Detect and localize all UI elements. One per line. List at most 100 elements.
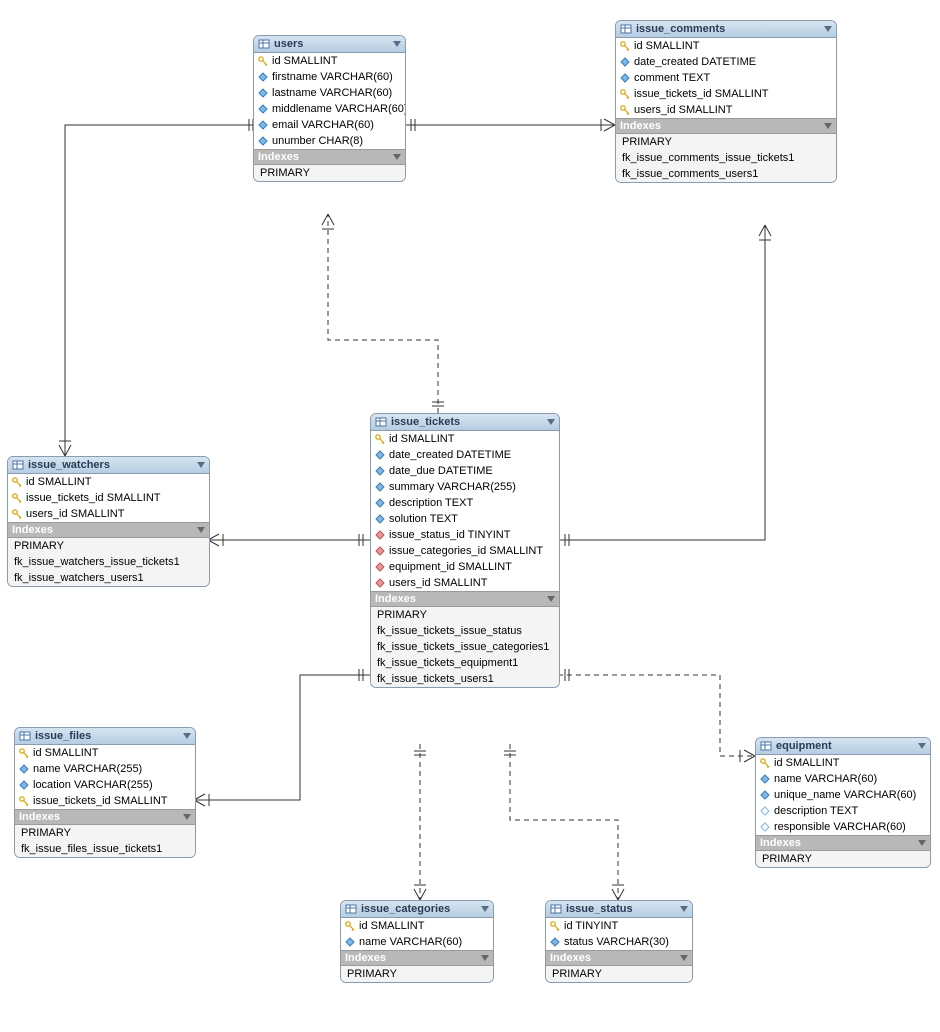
index-row[interactable]: PRIMARY [616,134,836,150]
index-row[interactable]: fk_issue_files_issue_tickets1 [15,841,195,857]
column-row[interactable]: email VARCHAR(60) [254,117,405,133]
column-row[interactable]: id SMALLINT [254,53,405,69]
table-issue-files[interactable]: issue_files id SMALLINTname VARCHAR(255)… [14,727,196,858]
collapse-icon[interactable] [824,123,832,129]
collapse-icon[interactable] [680,906,688,912]
collapse-icon[interactable] [393,41,401,47]
indexes-list: PRIMARYfk_issue_watchers_issue_tickets1f… [8,538,209,586]
column-row[interactable]: unique_name VARCHAR(60) [756,787,930,803]
indexes-header[interactable]: Indexes [8,522,209,538]
column-row[interactable]: description TEXT [756,803,930,819]
column-row[interactable]: date_created DATETIME [371,447,559,463]
table-title[interactable]: equipment [756,738,930,755]
table-title-users[interactable]: users [254,36,405,53]
column-text: id SMALLINT [272,55,337,67]
collapse-icon[interactable] [183,814,191,820]
table-title[interactable]: issue_categories [341,901,493,918]
column-row[interactable]: responsible VARCHAR(60) [756,819,930,835]
column-row[interactable]: users_id SMALLINT [371,575,559,591]
table-issue-status[interactable]: issue_status id TINYINTstatus VARCHAR(30… [545,900,693,983]
table-name: users [274,38,389,50]
index-row[interactable]: PRIMARY [254,165,405,181]
indexes-header[interactable]: Indexes [15,809,195,825]
column-row[interactable]: middlename VARCHAR(60) [254,101,405,117]
column-row[interactable]: id SMALLINT [8,474,209,490]
column-row[interactable]: id SMALLINT [341,918,493,934]
index-row[interactable]: PRIMARY [756,851,930,867]
indexes-header[interactable]: Indexes [756,835,930,851]
column-row[interactable]: id SMALLINT [616,38,836,54]
table-issue-tickets[interactable]: issue_tickets id SMALLINTdate_created DA… [370,413,560,688]
column-row[interactable]: description TEXT [371,495,559,511]
indexes-header[interactable]: Indexes [371,591,559,607]
column-row[interactable]: equipment_id SMALLINT [371,559,559,575]
collapse-icon[interactable] [183,733,191,739]
collapse-icon[interactable] [547,596,555,602]
collapse-icon[interactable] [918,743,926,749]
indexes-header[interactable]: Indexes [254,149,405,165]
column-row[interactable]: users_id SMALLINT [616,102,836,118]
table-title[interactable]: issue_files [15,728,195,745]
table-title[interactable]: issue_watchers [8,457,209,474]
column-row[interactable]: firstname VARCHAR(60) [254,69,405,85]
diamond-icon [620,57,630,67]
collapse-icon[interactable] [197,527,205,533]
column-row[interactable]: name VARCHAR(60) [341,934,493,950]
table-issue-categories[interactable]: issue_categories id SMALLINTname VARCHAR… [340,900,494,983]
index-row[interactable]: PRIMARY [341,966,493,982]
table-issue-watchers[interactable]: issue_watchers id SMALLINTissue_tickets_… [7,456,210,587]
index-row[interactable]: fk_issue_tickets_issue_status [371,623,559,639]
column-row[interactable]: issue_tickets_id SMALLINT [15,793,195,809]
column-row[interactable]: id SMALLINT [756,755,930,771]
column-row[interactable]: unumber CHAR(8) [254,133,405,149]
column-row[interactable]: name VARCHAR(60) [756,771,930,787]
index-row[interactable]: fk_issue_comments_issue_tickets1 [616,150,836,166]
indexes-header[interactable]: Indexes [341,950,493,966]
collapse-icon[interactable] [547,419,555,425]
index-row[interactable]: PRIMARY [371,607,559,623]
collapse-icon[interactable] [393,154,401,160]
column-row[interactable]: issue_tickets_id SMALLINT [616,86,836,102]
column-row[interactable]: comment TEXT [616,70,836,86]
collapse-icon[interactable] [481,906,489,912]
column-row[interactable]: location VARCHAR(255) [15,777,195,793]
column-row[interactable]: summary VARCHAR(255) [371,479,559,495]
index-row[interactable]: fk_issue_watchers_users1 [8,570,209,586]
column-row[interactable]: lastname VARCHAR(60) [254,85,405,101]
indexes-header[interactable]: Indexes [616,118,836,134]
column-row[interactable]: date_due DATETIME [371,463,559,479]
table-title[interactable]: issue_status [546,901,692,918]
index-row[interactable]: fk_issue_tickets_issue_categories1 [371,639,559,655]
diamond-icon [19,780,29,790]
column-row[interactable]: name VARCHAR(255) [15,761,195,777]
column-row[interactable]: id TINYINT [546,918,692,934]
table-issue-comments[interactable]: issue_comments id SMALLINTdate_created D… [615,20,837,183]
collapse-icon[interactable] [481,955,489,961]
column-row[interactable]: issue_tickets_id SMALLINT [8,490,209,506]
collapse-icon[interactable] [197,462,205,468]
column-row[interactable]: date_created DATETIME [616,54,836,70]
column-row[interactable]: id SMALLINT [371,431,559,447]
indexes-header[interactable]: Indexes [546,950,692,966]
column-row[interactable]: status VARCHAR(30) [546,934,692,950]
index-row[interactable]: PRIMARY [15,825,195,841]
index-row[interactable]: PRIMARY [546,966,692,982]
column-row[interactable]: issue_status_id TINYINT [371,527,559,543]
table-title[interactable]: issue_tickets [371,414,559,431]
table-users[interactable]: users id SMALLINT firstname VARCHAR(60) la… [253,35,406,182]
index-row[interactable]: fk_issue_tickets_equipment1 [371,655,559,671]
index-row[interactable]: fk_issue_watchers_issue_tickets1 [8,554,209,570]
column-row[interactable]: solution TEXT [371,511,559,527]
index-row[interactable]: fk_issue_tickets_users1 [371,671,559,687]
index-row[interactable]: fk_issue_comments_users1 [616,166,836,182]
collapse-icon[interactable] [680,955,688,961]
column-row[interactable]: issue_categories_id SMALLINT [371,543,559,559]
table-title[interactable]: issue_comments [616,21,836,38]
index-row[interactable]: PRIMARY [8,538,209,554]
collapse-icon[interactable] [918,840,926,846]
collapse-icon[interactable] [824,26,832,32]
table-equipment[interactable]: equipment id SMALLINTname VARCHAR(60)uni… [755,737,931,868]
column-row[interactable]: id SMALLINT [15,745,195,761]
column-text: firstname VARCHAR(60) [272,71,393,83]
column-row[interactable]: users_id SMALLINT [8,506,209,522]
